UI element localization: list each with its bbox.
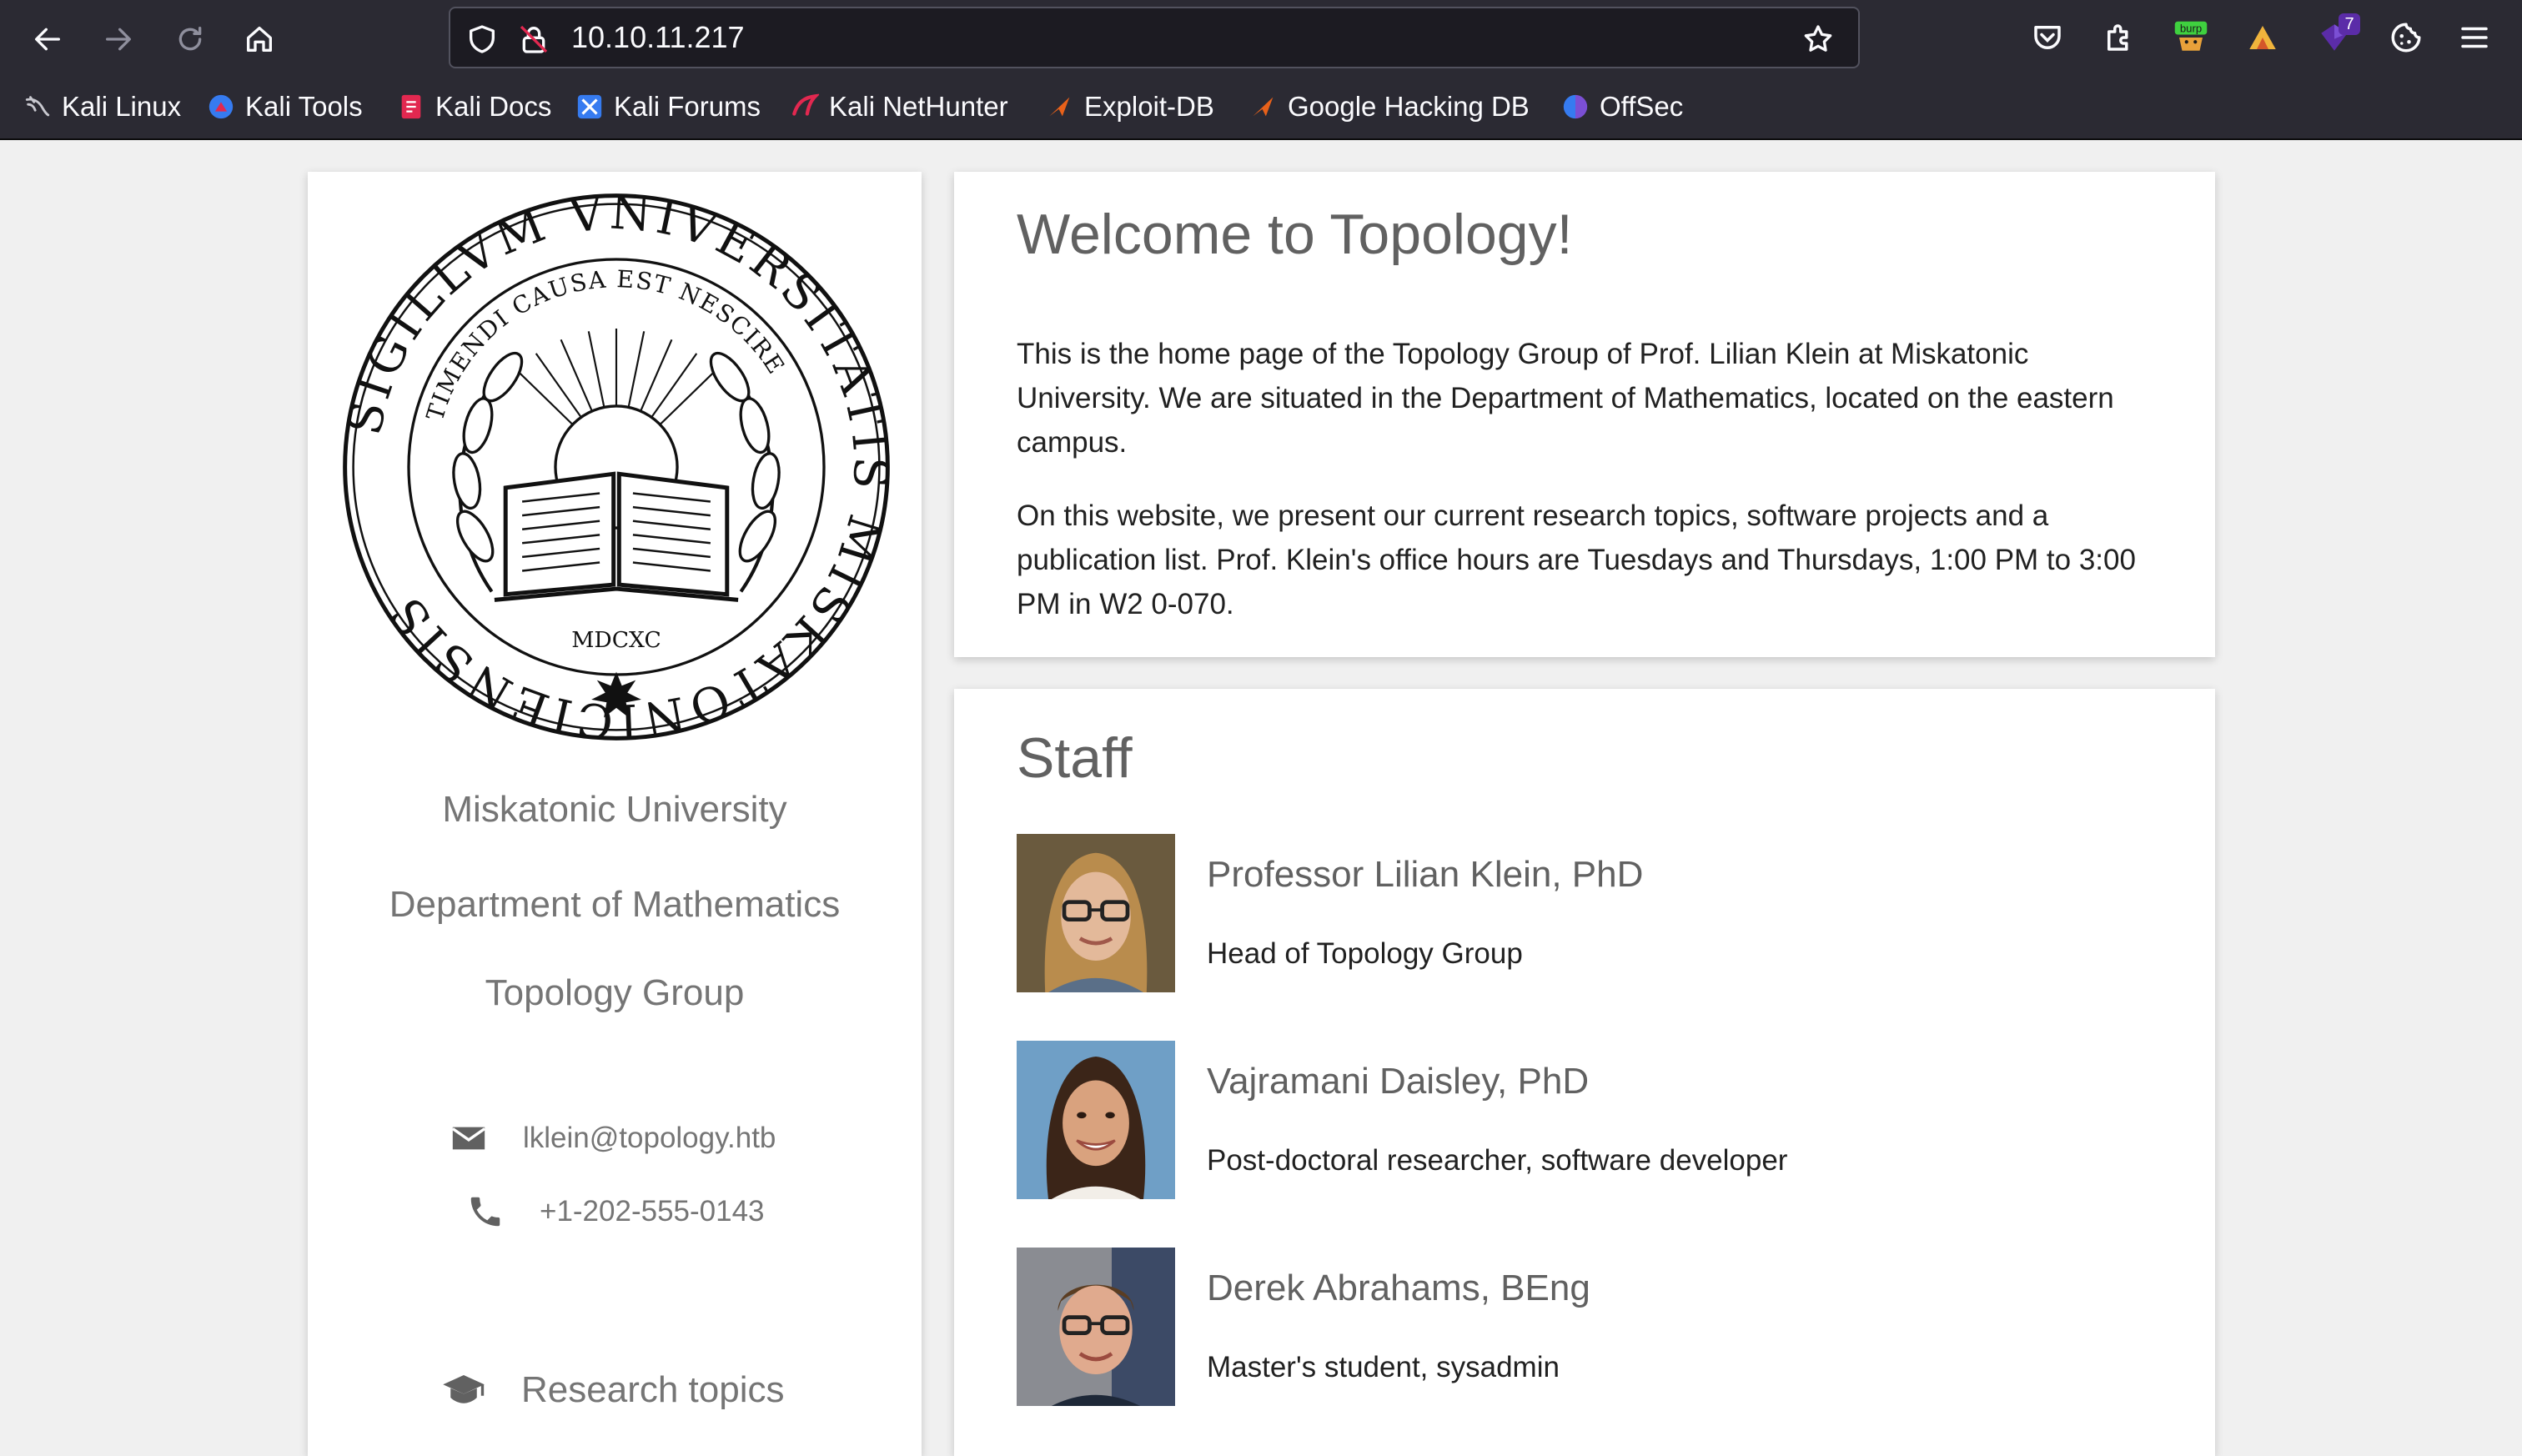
burp-extension-button[interactable]: burp <box>2170 17 2212 58</box>
back-button[interactable] <box>27 18 68 60</box>
burp-label: burp <box>2180 22 2202 34</box>
reload-icon <box>178 26 202 51</box>
forward-button[interactable] <box>98 18 139 60</box>
menu-icon <box>2461 27 2488 48</box>
home-icon <box>247 26 272 52</box>
notification-badge: 7 <box>2339 13 2360 35</box>
welcome-paragraph-2: On this website, we present our current … <box>1017 500 2136 620</box>
seal-year: MDCXC <box>571 627 661 653</box>
bookmark-exploit-db[interactable]: Exploit-DB <box>1046 88 1214 125</box>
staff-card: Staff Professor Lilian Klein, PhD Head o… <box>954 689 2215 1456</box>
bookmark-star-icon[interactable] <box>1801 23 1835 56</box>
home-button[interactable] <box>239 18 280 60</box>
staff-role: Head of Topology Group <box>1207 937 1523 970</box>
welcome-title: Welcome to Topology! <box>1017 203 1573 266</box>
bookmark-kali-tools[interactable]: Kali Tools <box>207 88 363 125</box>
back-arrow-icon <box>35 28 61 51</box>
phone-icon <box>470 1197 500 1227</box>
bookmark-google-hacking-db[interactable]: Google Hacking DB <box>1249 88 1530 125</box>
extensions-icon <box>2108 24 2128 51</box>
foxyproxy-button[interactable]: 7 <box>2314 13 2360 58</box>
browser-toolbar: 10.10.11.217 burp 7 <box>0 0 2522 77</box>
bookmark-kali-docs[interactable]: Kali Docs <box>397 88 551 125</box>
department-name: Department of Mathematics <box>389 884 841 925</box>
staff-photo <box>1017 1248 1175 1406</box>
pocket-button[interactable] <box>2027 17 2068 58</box>
kali-nethunter-icon <box>792 93 819 116</box>
kali-dragon-icon <box>25 96 50 117</box>
sidebar-card: SIGILLVM VNIVERSITATIS MISKATONICIENSIS … <box>308 172 922 1456</box>
bookmark-kali-nethunter[interactable]: Kali NetHunter <box>791 88 1008 125</box>
graduation-cap-icon <box>443 1375 485 1403</box>
staff-role: Master's student, sysadmin <box>1207 1351 1560 1383</box>
wappalyzer-icon <box>2249 26 2276 49</box>
staff-title: Staff <box>1017 726 1133 790</box>
nav-research-topics[interactable]: Research topics <box>441 1368 784 1413</box>
email-text[interactable]: lklein@topology.htb <box>523 1122 776 1155</box>
url-text[interactable]: 10.10.11.217 <box>571 20 745 55</box>
university-seal-logo: SIGILLVM VNIVERSITATIS MISKATONICIENSIS … <box>339 190 893 744</box>
staff-member: Professor Lilian Klein, PhD Head of Topo… <box>1017 834 2184 992</box>
bookmarks-bar: Kali Linux Kali Tools Kali Docs Kali For… <box>0 77 2522 140</box>
phone-contact[interactable]: +1-202-555-0143 <box>466 1192 765 1231</box>
cookie-extension-button[interactable] <box>2385 17 2427 58</box>
nav-research-label[interactable]: Research topics <box>521 1369 784 1411</box>
staff-name: Vajramani Daisley, PhD <box>1207 1061 1590 1102</box>
insecure-lock-icon[interactable] <box>517 23 550 56</box>
staff-photo <box>1017 1041 1175 1199</box>
staff-member: Derek Abrahams, BEng Master's student, s… <box>1017 1248 2184 1406</box>
ghdb-icon <box>1253 97 1274 117</box>
staff-name: Derek Abrahams, BEng <box>1207 1268 1590 1308</box>
phone-text: +1-202-555-0143 <box>540 1195 765 1228</box>
reload-button[interactable] <box>169 18 211 60</box>
email-contact[interactable]: lklein@topology.htb <box>450 1119 776 1157</box>
kali-docs-icon <box>401 94 421 119</box>
shield-icon[interactable] <box>465 23 499 56</box>
address-bar[interactable]: 10.10.11.217 <box>449 7 1860 68</box>
kali-tools-icon <box>208 94 234 119</box>
envelope-icon <box>451 1127 486 1150</box>
staff-name: Professor Lilian Klein, PhD <box>1207 854 1644 895</box>
burp-icon: burp <box>2174 21 2208 51</box>
extensions-button[interactable] <box>2098 17 2140 58</box>
kali-forums-icon <box>577 94 602 119</box>
staff-photo <box>1017 834 1175 992</box>
bookmark-offsec[interactable]: OffSec <box>1561 88 1683 125</box>
welcome-paragraph-1: This is the home page of the Topology Gr… <box>1017 338 2114 459</box>
bookmark-kali-forums[interactable]: Kali Forums <box>575 88 761 125</box>
cookie-icon <box>2391 23 2421 53</box>
staff-member: Vajramani Daisley, PhD Post-doctoral res… <box>1017 1041 2184 1199</box>
welcome-card: Welcome to Topology! This is the home pa… <box>954 172 2215 657</box>
wappalyzer-button[interactable] <box>2242 17 2283 58</box>
app-menu-button[interactable] <box>2454 17 2495 58</box>
bookmark-kali-linux[interactable]: Kali Linux <box>23 88 181 125</box>
pocket-icon <box>2034 26 2061 49</box>
forward-arrow-icon <box>105 28 131 51</box>
offsec-icon <box>1563 94 1588 119</box>
group-name: Topology Group <box>485 972 745 1013</box>
university-name: Miskatonic University <box>442 789 787 830</box>
exploit-db-icon <box>1049 97 1070 117</box>
staff-role: Post-doctoral researcher, software devel… <box>1207 1144 1788 1177</box>
